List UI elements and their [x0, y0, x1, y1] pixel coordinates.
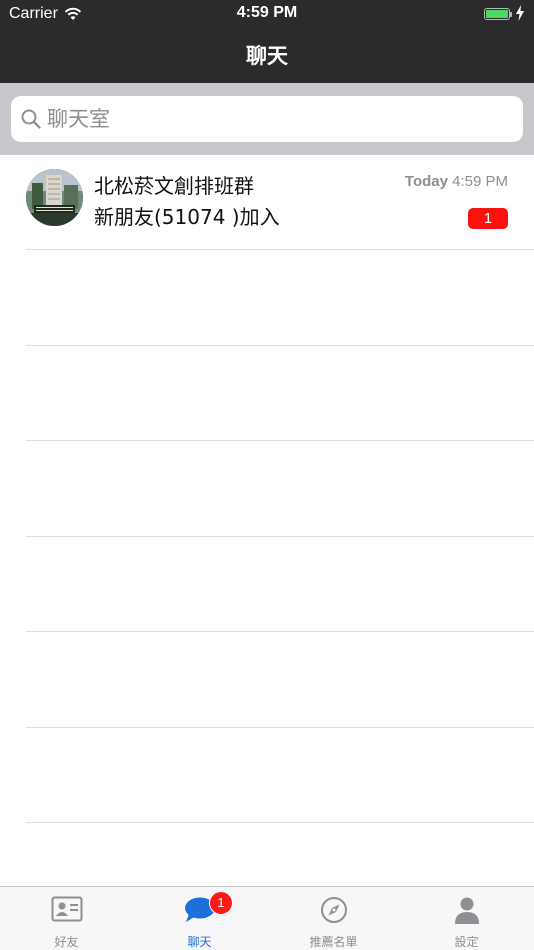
- chat-timestamp: Today 4:59 PM: [405, 173, 508, 190]
- row-divider: [26, 822, 534, 823]
- tab-label: 好友: [54, 935, 79, 949]
- contact-card-icon: [51, 896, 83, 926]
- tab-friends[interactable]: 好友: [0, 887, 133, 950]
- person-icon: [453, 896, 481, 928]
- battery-icon: [484, 8, 510, 20]
- tab-label: 聊天: [187, 935, 212, 949]
- tab-recommended[interactable]: 推薦名單: [267, 887, 400, 950]
- empty-list-row: [0, 632, 534, 728]
- chat-time-value: 4:59 PM: [452, 173, 508, 190]
- navigation-bar: Carrier 4:59 PM 聊天: [0, 0, 534, 83]
- empty-list-row: [0, 728, 534, 823]
- chat-time-day: Today: [404, 173, 448, 190]
- compass-icon: [320, 896, 348, 928]
- tab-badge: 1: [209, 891, 233, 915]
- empty-list-row: [0, 346, 534, 441]
- search-input[interactable]: [47, 96, 507, 142]
- status-bar: Carrier 4:59 PM: [0, 0, 534, 28]
- chat-avatar: [26, 169, 83, 226]
- page-title: 聊天: [246, 44, 288, 68]
- search-icon: [20, 108, 42, 134]
- tab-settings[interactable]: 設定: [400, 887, 533, 950]
- battery-cap: [510, 12, 512, 17]
- chat-last-message: 新朋友(51074 )加入: [94, 205, 280, 229]
- empty-list-row: [0, 250, 534, 346]
- empty-list-row: [0, 441, 534, 537]
- charging-bolt-icon: [516, 5, 524, 25]
- status-time: 4:59 PM: [236, 4, 298, 21]
- chat-list: 北松菸文創排班群 新朋友(51074 )加入 Today 4:59 PM 1: [0, 155, 534, 823]
- chat-name: 北松菸文創排班群: [94, 174, 254, 198]
- tab-chat[interactable]: 1 聊天: [133, 887, 266, 950]
- empty-list-row: [0, 537, 534, 632]
- chat-list-item[interactable]: 北松菸文創排班群 新朋友(51074 )加入 Today 4:59 PM 1: [0, 155, 534, 250]
- search-field[interactable]: [11, 96, 523, 142]
- tab-bar: 好友 1 聊天 推薦名單 設定: [0, 886, 534, 950]
- tab-label: 設定: [454, 935, 479, 949]
- search-bar: [0, 83, 534, 155]
- tab-label: 推薦名單: [309, 935, 358, 949]
- unread-count-badge: 1: [468, 208, 508, 229]
